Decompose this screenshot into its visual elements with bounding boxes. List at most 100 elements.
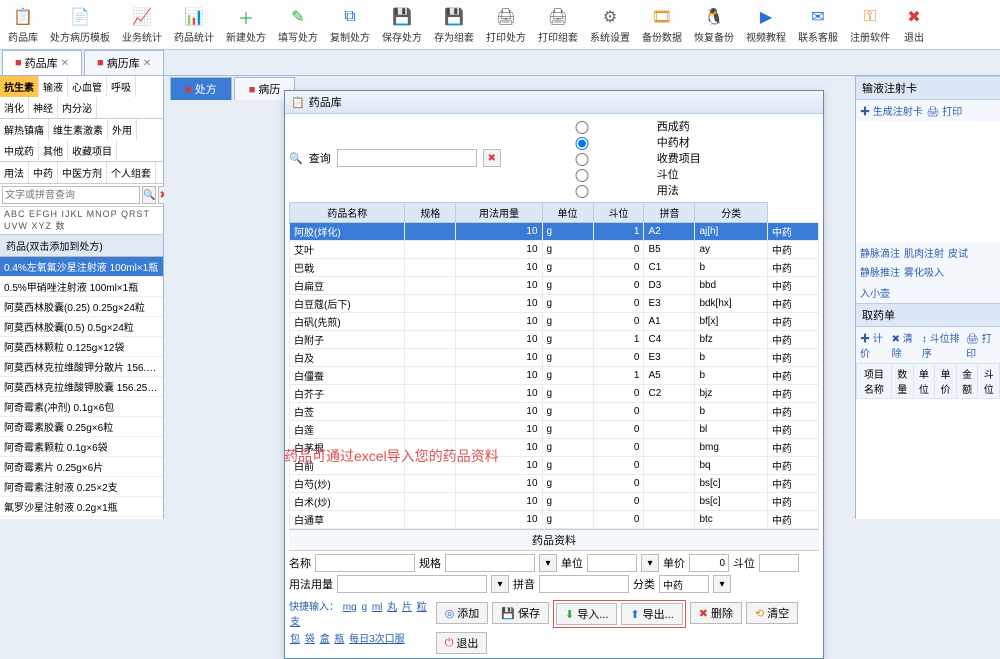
search-button[interactable]: 🔍 <box>142 186 156 204</box>
import-button[interactable]: ⬇导入... <box>556 603 617 625</box>
link-静脉滴注[interactable]: 静脉滴注 <box>860 245 900 260</box>
close-icon[interactable]: ✕ <box>143 58 151 69</box>
col-斗位[interactable]: 斗位 <box>593 203 644 223</box>
filter-外用[interactable]: 外用 <box>108 119 137 140</box>
filter-用法[interactable]: 用法 <box>0 162 29 183</box>
filter-消化[interactable]: 消化 <box>0 97 29 118</box>
dialog-clear[interactable]: ✖ <box>483 149 501 167</box>
rx-template[interactable]: 📄处方病历模板 <box>46 3 114 46</box>
filter-中成药[interactable]: 中成药 <box>0 140 39 161</box>
col-单位[interactable]: 单位 <box>542 203 593 223</box>
edit-rx[interactable]: ✎填写处方 <box>274 3 322 46</box>
copy-rx[interactable]: ⧉复制处方 <box>326 3 374 46</box>
table-row[interactable]: 阿胶(烊化)10g1A2aj[h]中药 <box>290 223 819 241</box>
col-用法用量[interactable]: 用法用量 <box>456 203 542 223</box>
drug-item[interactable]: 阿奇霉素片 0.25g×6片 <box>0 457 163 477</box>
link-静脉推注[interactable]: 静脉推注 <box>860 264 900 279</box>
drug-list[interactable]: 0.4%左氧氟沙星注射液 100ml×1瓶0.5%甲硝唑注射液 100ml×1瓶… <box>0 257 163 519</box>
r2-斗位排序[interactable]: ↕ 斗位排序 <box>922 330 962 360</box>
quick-g[interactable]: g <box>361 602 367 613</box>
small-pot-link[interactable]: 入小壶 <box>860 285 890 300</box>
quick-ml[interactable]: ml <box>372 602 383 613</box>
col-药品名称[interactable]: 药品名称 <box>290 203 405 223</box>
quick-包[interactable]: 包 <box>290 634 300 645</box>
exit-button[interactable]: ⏻退出 <box>436 632 488 654</box>
price-input[interactable] <box>689 554 729 572</box>
filter-中药[interactable]: 中药 <box>29 162 58 183</box>
tab-药品库[interactable]: ■药品库✕ <box>2 50 82 75</box>
quick-瓶[interactable]: 瓶 <box>334 634 344 645</box>
link-肌肉注射[interactable]: 肌肉注射 <box>904 245 944 260</box>
quick-袋[interactable]: 袋 <box>305 634 315 645</box>
table-row[interactable]: 艾叶10g0B5ay中药 <box>290 241 819 259</box>
delete-button[interactable]: ✖删除 <box>690 602 742 624</box>
filter-神经[interactable]: 神经 <box>29 97 58 118</box>
filter-解热镇痛[interactable]: 解热镇痛 <box>0 119 49 140</box>
drug-item[interactable]: 阿奇霉素胶囊 0.25g×6粒 <box>0 417 163 437</box>
export-button[interactable]: ⬆导出... <box>621 603 682 625</box>
print-rx[interactable]: 🖨打印处方 <box>482 3 530 46</box>
drug-db[interactable]: 📋药品库 <box>4 3 42 46</box>
r-打印[interactable]: 🖨 打印 <box>927 103 962 118</box>
new-rx[interactable]: ＋新建处方 <box>222 3 270 46</box>
spec-input[interactable] <box>445 554 535 572</box>
tab-病历库[interactable]: ■病历库✕ <box>84 50 164 75</box>
quick-每日3次口服[interactable]: 每日3次口服 <box>349 634 405 645</box>
filter-维生素激素[interactable]: 维生素激素 <box>49 119 108 140</box>
quick-丸[interactable]: 丸 <box>387 602 397 613</box>
table-row[interactable]: 白芥子10g0C2bjz中药 <box>290 385 819 403</box>
pinyin-input[interactable] <box>539 575 629 593</box>
filter-抗生素[interactable]: 抗生素 <box>0 76 39 97</box>
table-row[interactable]: 白莲10g0bl中药 <box>290 421 819 439</box>
restore[interactable]: 🐧恢复备份 <box>690 3 738 46</box>
biz-stats[interactable]: 📈业务统计 <box>118 3 166 46</box>
quick-支[interactable]: 支 <box>290 617 300 628</box>
save-as[interactable]: 💾存为组套 <box>430 3 478 46</box>
filter-输液[interactable]: 输液 <box>39 76 68 97</box>
filter-收藏项目[interactable]: 收藏项目 <box>68 140 117 161</box>
drug-table[interactable]: 药品名称规格用法用量单位斗位拼音分类 阿胶(烊化)10g1A2aj[h]中药 艾… <box>289 202 819 529</box>
video[interactable]: ▶视频教程 <box>742 3 790 46</box>
table-row[interactable]: 白芍(炒)10g0bs[c]中药 <box>290 475 819 493</box>
drug-item[interactable]: 0.4%左氧氟沙星注射液 100ml×1瓶 <box>0 257 163 277</box>
drug-item[interactable]: 阿奇霉素注射液 0.25×2支 <box>0 477 163 497</box>
filter-其他[interactable]: 其他 <box>39 140 68 161</box>
radio-中药材[interactable]: 中药材 <box>507 134 701 150</box>
r-生成注射卡[interactable]: ✚ 生成注射卡 <box>860 103 923 118</box>
table-row[interactable]: 白术(炒)10g0bs[c]中药 <box>290 493 819 511</box>
drug-item[interactable]: 阿莫西林颗粒 0.125g×12袋 <box>0 337 163 357</box>
table-row[interactable]: 白通草10g0btc中药 <box>290 511 819 529</box>
r2-打印[interactable]: 🖨 打印 <box>966 330 996 360</box>
link-皮试[interactable]: 皮试 <box>948 245 968 260</box>
table-row[interactable]: 白扁豆10g0D3bbd中药 <box>290 277 819 295</box>
clear-all-button[interactable]: ⟲清空 <box>746 602 798 624</box>
drug-search-input[interactable] <box>2 186 140 204</box>
col-规格[interactable]: 规格 <box>405 203 456 223</box>
drug-stats[interactable]: 📊药品统计 <box>170 3 218 46</box>
table-row[interactable]: 白莶10g0b中药 <box>290 403 819 421</box>
radio-收费项目[interactable]: 收费项目 <box>507 150 701 166</box>
filter-中医方剂[interactable]: 中医方剂 <box>58 162 107 183</box>
r2-计价[interactable]: ✚ 计价 <box>860 330 888 360</box>
save-rx[interactable]: 💾保存处方 <box>378 3 426 46</box>
quick-盒[interactable]: 盒 <box>320 634 330 645</box>
table-row[interactable]: 白豆蔻(后下)10g0E3bdk[hx]中药 <box>290 295 819 313</box>
link-雾化吸入[interactable]: 雾化吸入 <box>904 264 944 279</box>
filter-呼吸[interactable]: 呼吸 <box>107 76 136 97</box>
unit-input[interactable] <box>587 554 637 572</box>
cat-input[interactable] <box>659 575 709 593</box>
slot-input[interactable] <box>759 554 799 572</box>
radio-斗位[interactable]: 斗位 <box>507 166 701 182</box>
radio-用法[interactable]: 用法 <box>507 182 701 198</box>
table-row[interactable]: 白及10g0E3b中药 <box>290 349 819 367</box>
drug-item[interactable]: 阿莫西林胶囊(0.25) 0.25g×24粒 <box>0 297 163 317</box>
save-button[interactable]: 💾保存 <box>492 602 549 624</box>
exit[interactable]: ✖退出 <box>898 3 930 46</box>
col-分类[interactable]: 分类 <box>695 203 768 223</box>
close-icon[interactable]: ✕ <box>61 58 69 69</box>
name-input[interactable] <box>315 554 415 572</box>
col-拼音[interactable]: 拼音 <box>644 203 695 223</box>
backup[interactable]: 🎞备份数据 <box>638 3 686 46</box>
table-row[interactable]: 巴戟10g0C1b中药 <box>290 259 819 277</box>
usage-input[interactable] <box>337 575 487 593</box>
